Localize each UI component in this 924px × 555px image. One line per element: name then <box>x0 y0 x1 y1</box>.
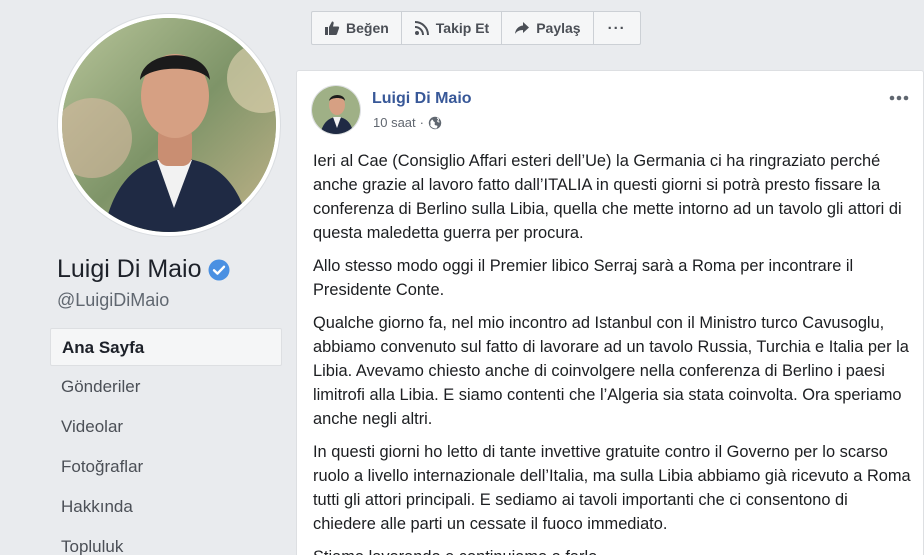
page-nav: Ana Sayfa Gönderiler Videolar Fotoğrafla… <box>50 328 282 555</box>
left-column: Luigi Di Maio @LuigiDiMaio Ana Sayfa Gön… <box>0 0 290 555</box>
like-button[interactable]: Beğen <box>312 12 402 44</box>
post-author-avatar[interactable] <box>311 85 361 135</box>
rss-follow-icon <box>414 21 429 36</box>
post-card: Luigi Di Maio 10 saat · Ieri al Cae (Con… <box>296 70 924 555</box>
post-header: Luigi Di Maio 10 saat · <box>311 85 911 137</box>
post-meta: 10 saat · <box>373 115 442 130</box>
nav-item-gonderiler[interactable]: Gönderiler <box>50 368 282 406</box>
page-name-text: Luigi Di Maio <box>57 255 202 283</box>
follow-button[interactable]: Takip Et <box>402 12 503 44</box>
post-paragraph: In questi giorni ho letto di tante invet… <box>313 443 911 533</box>
profile-photo-image <box>62 18 276 232</box>
nav-item-hakkinda[interactable]: Hakkında <box>50 488 282 526</box>
right-column: Beğen Takip Et Paylaş ··· Luigi Di Maio … <box>295 0 924 555</box>
more-dots-icon: ··· <box>607 19 626 37</box>
author-avatar-image <box>312 86 360 134</box>
globe-icon[interactable] <box>428 116 442 130</box>
page-name[interactable]: Luigi Di Maio <box>57 255 230 284</box>
post-paragraph: Ieri al Cae (Consiglio Affari esteri del… <box>313 152 902 242</box>
nav-item-topluluk[interactable]: Topluluk <box>50 528 282 555</box>
verified-badge-icon <box>208 259 230 281</box>
post-author-name[interactable]: Luigi Di Maio <box>372 90 472 108</box>
follow-button-label: Takip Et <box>435 20 490 36</box>
share-button[interactable]: Paylaş <box>502 12 594 44</box>
share-arrow-icon <box>515 22 530 34</box>
more-actions-button[interactable]: ··· <box>594 12 640 44</box>
like-button-label: Beğen <box>346 20 389 36</box>
post-timestamp[interactable]: 10 saat <box>373 115 416 130</box>
post-paragraph: Stiamo lavorando e continuiamo a farlo. <box>313 545 911 555</box>
page-action-bar: Beğen Takip Et Paylaş ··· <box>311 11 641 45</box>
nav-item-fotograflar[interactable]: Fotoğraflar <box>50 448 282 486</box>
post-paragraph: Allo stesso modo oggi il Premier libico … <box>313 257 854 299</box>
post-body: Ieri al Cae (Consiglio Affari esteri del… <box>313 149 911 555</box>
profile-picture[interactable] <box>58 14 280 236</box>
thumbs-up-icon <box>325 21 340 35</box>
nav-item-ana-sayfa[interactable]: Ana Sayfa <box>50 328 282 366</box>
share-button-label: Paylaş <box>536 20 581 36</box>
post-options-icon[interactable] <box>887 91 911 105</box>
nav-item-videolar[interactable]: Videolar <box>50 408 282 446</box>
post-paragraph: Qualche giorno fa, nel mio incontro ad I… <box>313 314 909 428</box>
page-handle[interactable]: @LuigiDiMaio <box>57 290 169 311</box>
meta-separator: · <box>419 115 424 130</box>
